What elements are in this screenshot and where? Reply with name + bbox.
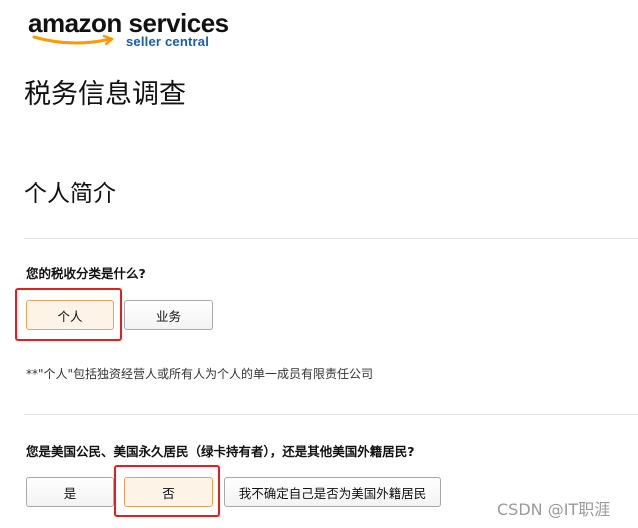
question-divider <box>24 414 638 415</box>
section-title: 个人简介 <box>24 181 116 207</box>
logo-sub-text: seller central <box>126 34 210 49</box>
section-divider <box>24 238 638 239</box>
page-title: 税务信息调查 <box>24 79 186 110</box>
option-business-button[interactable]: 业务 <box>124 300 213 330</box>
option-yes-button[interactable]: 是 <box>26 477 114 507</box>
tax-classification-question: 您的税收分类是什么? <box>26 266 146 281</box>
highlight-box-individual <box>15 288 122 341</box>
smile-arrow-icon <box>32 34 114 46</box>
csdn-watermark: CSDN @IT职涯 <box>497 500 611 519</box>
individual-note: **"个人"包括独资经营人或所有人为个人的单一成员有限责任公司 <box>26 367 374 381</box>
amazon-services-logo[interactable]: amazon services seller central <box>28 8 229 49</box>
page: amazon services seller central 税务信息调查 个人… <box>0 0 638 528</box>
us-residency-question: 您是美国公民、美国永久居民（绿卡持有者），还是其他美国外籍居民? <box>26 444 415 459</box>
highlight-box-no <box>114 465 220 517</box>
option-unsure-button[interactable]: 我不确定自己是否为美国外籍居民 <box>224 477 441 507</box>
